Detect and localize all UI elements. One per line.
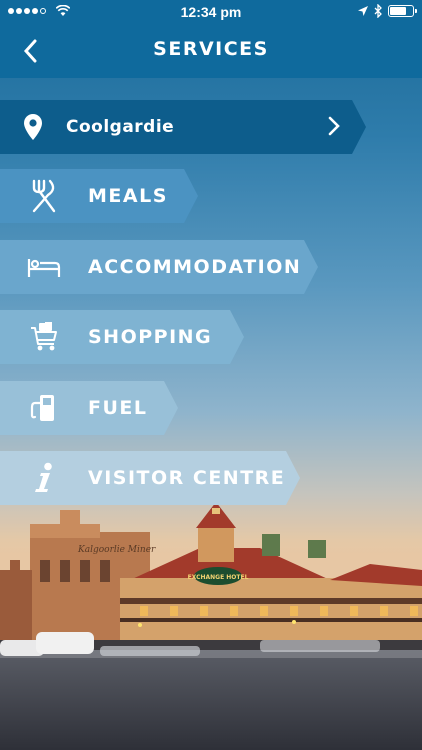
service-item-fuel[interactable]: FUEL <box>0 381 178 435</box>
navigation-bar: SERVICES <box>0 24 422 78</box>
location-arrow-icon <box>358 6 368 16</box>
service-item-accommodation[interactable]: ACCOMMODATION <box>0 240 318 294</box>
service-item-shopping[interactable]: SHOPPING <box>0 310 244 364</box>
location-name: Coolgardie <box>66 117 175 137</box>
info-icon <box>0 451 88 505</box>
battery-icon <box>388 5 417 17</box>
service-label: VISITOR CENTRE <box>88 467 286 489</box>
kalgoorlie-miner-sign: Kalgoorlie Miner <box>77 545 156 555</box>
service-label: ACCOMMODATION <box>88 256 302 278</box>
map-pin-icon <box>0 100 66 154</box>
service-item-meals[interactable]: MEALS <box>0 169 198 223</box>
bluetooth-icon <box>374 4 382 18</box>
bed-icon <box>0 240 88 294</box>
town-background-image: Kalgoorlie Miner EXCHANGE HOTEL <box>0 502 422 750</box>
shopping-cart-icon <box>0 310 88 364</box>
chevron-right-icon <box>328 116 340 136</box>
exchange-hotel-sign: EXCHANGE HOTEL <box>188 574 249 581</box>
fuel-pump-icon <box>0 381 88 435</box>
cutlery-icon <box>0 169 88 223</box>
service-item-visitor-centre[interactable]: VISITOR CENTRE <box>0 451 300 505</box>
page-title: SERVICES <box>153 38 269 60</box>
status-bar: 12:34 pm <box>0 0 422 24</box>
location-selector[interactable]: Coolgardie <box>0 100 366 154</box>
service-label: FUEL <box>88 397 148 419</box>
service-label: SHOPPING <box>88 326 213 348</box>
service-label: MEALS <box>88 185 168 207</box>
